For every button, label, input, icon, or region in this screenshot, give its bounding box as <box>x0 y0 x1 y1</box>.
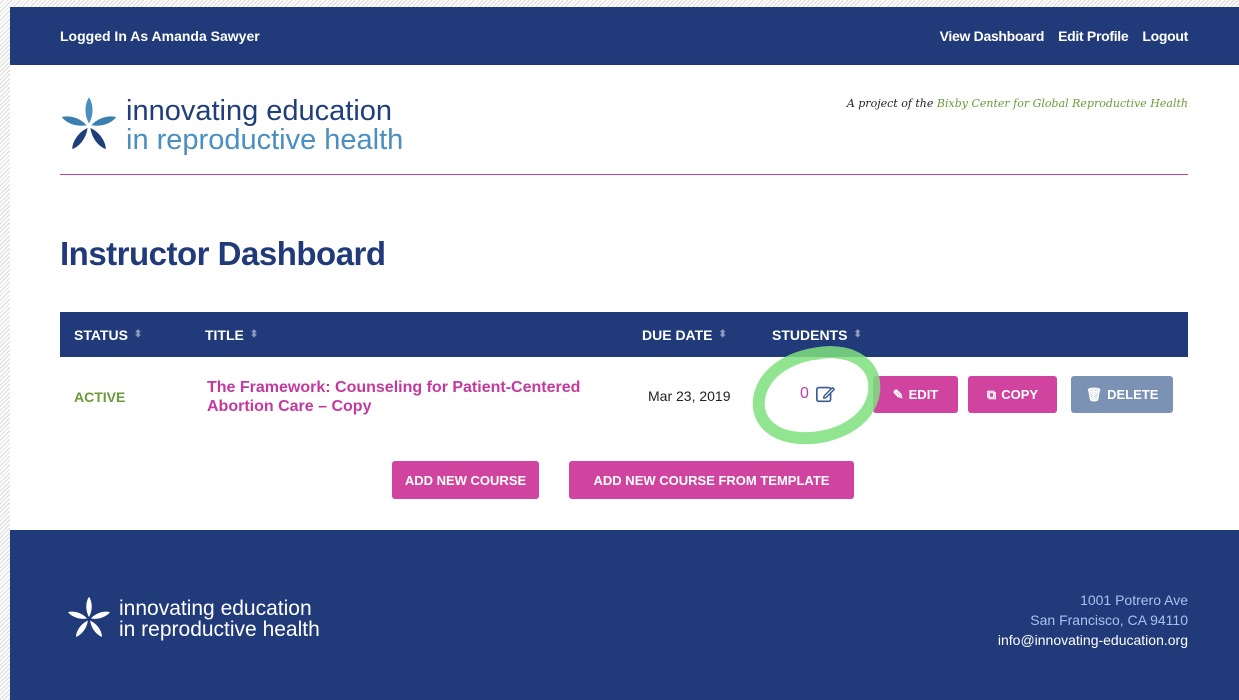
table-header: STATUS ⬍ TITLE ⬍ DUE DATE ⬍ STUDENTS ⬍ <box>60 312 1188 357</box>
status-header-label: STATUS <box>74 327 128 343</box>
edit-profile-link[interactable]: Edit Profile <box>1058 28 1129 44</box>
delete-label: DELETE <box>1107 387 1159 402</box>
copy-label: COPY <box>1001 387 1039 402</box>
page-title: Instructor Dashboard <box>60 235 386 272</box>
course-title-link[interactable]: The Framework: Counseling for Patient-Ce… <box>207 378 627 416</box>
pencil-icon: ✎ <box>892 386 904 402</box>
sort-icon: ⬍ <box>853 329 862 340</box>
footer-logo-text: innovating education in reproductive hea… <box>119 598 320 640</box>
sort-icon: ⬍ <box>249 329 259 340</box>
course-status: ACTIVE <box>74 389 126 405</box>
top-nav: View Dashboard Edit Profile Logout <box>940 28 1189 44</box>
sort-students-header[interactable]: STUDENTS ⬍ <box>772 327 862 343</box>
students-header-label: STUDENTS <box>772 327 848 343</box>
footer-logo[interactable]: innovating education in reproductive hea… <box>65 595 320 643</box>
project-credit: A project of the Bixby Center for Global… <box>847 97 1188 110</box>
copy-icon: ⧉ <box>986 386 997 402</box>
title-header-label: TITLE <box>205 327 244 343</box>
header-divider <box>60 174 1188 175</box>
user-name: Amanda Sawyer <box>151 28 260 44</box>
sort-icon: ⬍ <box>133 329 143 340</box>
logo-text: innovating education in reproductive hea… <box>126 97 403 155</box>
logout-link[interactable]: Logout <box>1142 28 1188 44</box>
copy-course-button[interactable]: ⧉ COPY <box>968 376 1057 413</box>
logged-in-prefix: Logged In As <box>60 28 149 44</box>
footer: innovating education in reproductive hea… <box>10 530 1239 700</box>
footer-logo-line-2: in reproductive health <box>119 618 320 641</box>
table-row: ACTIVE The Framework: Counseling for Pat… <box>60 357 1188 437</box>
page: Logged In As Amanda Sawyer View Dashboar… <box>10 7 1239 700</box>
project-prefix: A project of the <box>846 97 934 110</box>
sort-title-header[interactable]: TITLE ⬍ <box>205 327 258 343</box>
footer-address: 1001 Potrero Ave San Francisco, CA 94110… <box>998 590 1188 650</box>
bixby-center-link[interactable]: Bixby Center for Global Reproductive Hea… <box>937 97 1188 110</box>
sort-due-date-header[interactable]: DUE DATE ⬍ <box>642 327 727 343</box>
flower-logo-icon <box>61 97 117 150</box>
address-line-1: 1001 Potrero Ave <box>1080 592 1188 608</box>
add-new-course-button[interactable]: ADD NEW COURSE <box>392 461 539 499</box>
course-due-date: Mar 23, 2019 <box>648 388 731 404</box>
edit-course-button[interactable]: ✎ EDIT <box>873 376 958 413</box>
logo-line-1: innovating education <box>126 95 393 127</box>
student-count: 0 <box>800 385 809 402</box>
address-line-2: San Francisco, CA 94110 <box>1030 612 1188 628</box>
trash-icon: 🗑 <box>1085 386 1103 402</box>
sort-icon: ⬍ <box>718 329 727 340</box>
view-dashboard-link[interactable]: View Dashboard <box>940 28 1045 44</box>
flower-logo-icon <box>68 596 110 637</box>
students-cell: 0 <box>800 383 837 405</box>
contact-email-link[interactable]: info@innovating-education.org <box>998 630 1188 650</box>
due-date-header-label: DUE DATE <box>642 327 713 343</box>
top-bar: Logged In As Amanda Sawyer View Dashboar… <box>10 7 1239 65</box>
delete-course-button[interactable]: 🗑 DELETE <box>1071 376 1173 413</box>
site-logo[interactable]: innovating education in reproductive hea… <box>58 95 403 157</box>
add-course-from-template-button[interactable]: ADD NEW COURSE FROM TEMPLATE <box>569 461 854 499</box>
edit-students-icon[interactable] <box>815 383 837 405</box>
sort-status-header[interactable]: STATUS ⬍ <box>74 327 142 343</box>
edit-label: EDIT <box>908 387 939 402</box>
logo-line-2: in reproductive health <box>126 124 404 156</box>
logged-in-text: Logged In As Amanda Sawyer <box>60 28 260 44</box>
footer-logo-line-1: innovating education <box>119 597 312 620</box>
